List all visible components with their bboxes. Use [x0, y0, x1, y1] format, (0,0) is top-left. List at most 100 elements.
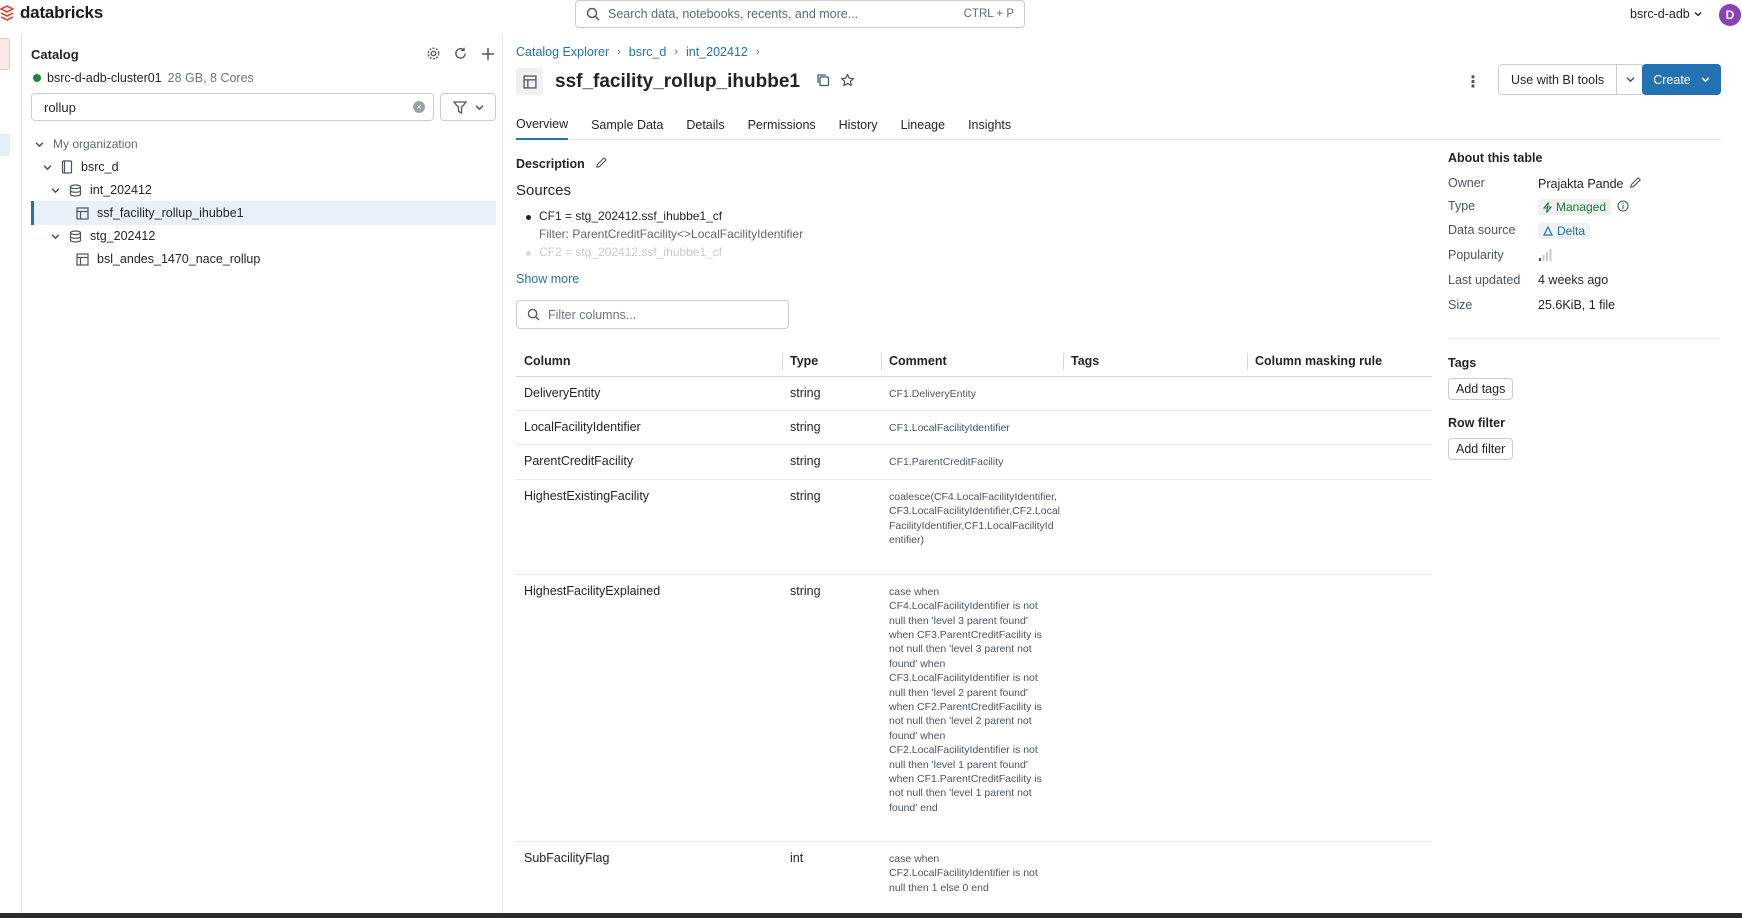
header-tags[interactable]: Tags — [1063, 347, 1247, 377]
header-comment[interactable]: Comment — [881, 347, 1063, 377]
catalog-filter-field[interactable]: × — [31, 93, 434, 121]
tab-details[interactable]: Details — [686, 110, 724, 140]
column-tags[interactable] — [1063, 841, 1247, 904]
chevron-down-icon[interactable] — [49, 232, 61, 241]
add-tags-button[interactable]: Add tags — [1448, 378, 1514, 400]
chevron-down-icon[interactable] — [33, 140, 45, 149]
column-comment[interactable]: case when CF2.LocalFacilityIdentifier is… — [881, 841, 1063, 904]
scrollbar-thumb[interactable] — [1735, 40, 1741, 900]
last-updated-row: Last updated 4 weeks ago — [1448, 273, 1608, 287]
add-icon[interactable] — [479, 45, 496, 62]
table-row[interactable]: ParentCreditFacility string CF1.ParentCr… — [516, 444, 1432, 480]
gear-icon[interactable] — [425, 45, 442, 62]
description-label: Description — [516, 157, 585, 171]
column-comment[interactable]: CF1.DeliveryEntity — [881, 376, 1063, 411]
tab-sample-data[interactable]: Sample Data — [591, 110, 663, 140]
tree-schema-int[interactable]: int_202412 — [49, 178, 152, 202]
tree-schema-stg[interactable]: stg_202412 — [49, 224, 155, 248]
column-masking[interactable] — [1247, 574, 1432, 842]
workspace-switcher[interactable]: bsrc-d-adb — [1630, 7, 1702, 21]
vertical-scrollbar[interactable] — [1735, 40, 1742, 900]
use-with-bi-tools-button[interactable]: Use with BI tools — [1498, 64, 1645, 95]
column-tags[interactable] — [1063, 444, 1247, 480]
brand-name: databricks — [20, 3, 104, 22]
catalog-icon — [61, 160, 73, 174]
table-row[interactable]: LocalFacilityIdentifier string CF1.Local… — [516, 410, 1432, 446]
tree-table-bsl[interactable]: bsl_andes_1470_nace_rollup — [76, 247, 260, 271]
column-tags[interactable] — [1063, 479, 1247, 575]
breadcrumb-catalog[interactable]: bsrc_d — [629, 45, 667, 59]
column-type: string — [782, 479, 881, 575]
column-comment[interactable]: CF1.ParentCreditFacility — [881, 444, 1063, 480]
info-icon[interactable] — [1617, 199, 1629, 215]
chevron-down-icon[interactable] — [41, 163, 53, 172]
title-actions — [816, 73, 855, 91]
column-comment[interactable]: coalesce(CF4.LocalFacilityIdentifier, CF… — [881, 479, 1063, 575]
bi-tools-label[interactable]: Use with BI tools — [1499, 65, 1618, 94]
row-filter-heading: Row filter — [1448, 416, 1505, 430]
tab-lineage[interactable]: Lineage — [901, 110, 946, 140]
pencil-icon[interactable] — [595, 156, 608, 172]
catalog-filter-input[interactable] — [44, 99, 413, 115]
user-avatar[interactable]: D — [1719, 4, 1741, 26]
more-options-icon[interactable]: ⋮ — [1463, 72, 1483, 92]
chevron-down-icon — [475, 104, 483, 110]
popularity-bars-icon — [1538, 248, 1552, 262]
column-masking[interactable] — [1247, 410, 1432, 446]
add-filter-button[interactable]: Add filter — [1448, 438, 1514, 460]
column-masking[interactable] — [1247, 479, 1432, 575]
column-comment[interactable]: CF1.LocalFacilityIdentifier — [881, 410, 1063, 446]
column-comment[interactable]: case when CF4.LocalFacilityIdentifier is… — [881, 574, 1063, 842]
column-name: HighestFacilityExplained — [516, 574, 782, 842]
last-updated-value: 4 weeks ago — [1538, 273, 1609, 287]
nav-rail-item[interactable] — [0, 38, 10, 70]
refresh-icon[interactable] — [452, 45, 469, 62]
chevron-down-icon[interactable] — [49, 186, 61, 195]
sources-heading: Sources — [516, 182, 572, 199]
tab-overview[interactable]: Overview — [516, 110, 569, 140]
nav-rail-item-active[interactable] — [0, 134, 10, 156]
column-masking[interactable] — [1247, 444, 1432, 480]
tab-history[interactable]: History — [839, 110, 878, 140]
source-item-faded: CF2 = stg_202412.ssf_ihubbe1_cf — [525, 245, 803, 259]
left-nav-rail — [0, 34, 22, 913]
breadcrumb-catalog-explorer[interactable]: Catalog Explorer — [516, 45, 609, 59]
title-row: ssf_facility_rollup_ihubbe1 — [516, 68, 855, 95]
header-column[interactable]: Column — [516, 347, 782, 377]
star-icon[interactable] — [840, 73, 855, 91]
tree-catalog-bsrc-d[interactable]: bsrc_d — [41, 155, 119, 179]
column-masking[interactable] — [1247, 376, 1432, 411]
page-title: ssf_facility_rollup_ihubbe1 — [555, 70, 800, 92]
show-more-link[interactable]: Show more — [516, 272, 579, 286]
tree-org[interactable]: My organization — [33, 132, 138, 156]
pencil-icon[interactable] — [1629, 176, 1642, 192]
filter-type-button[interactable] — [440, 93, 496, 121]
header-masking-rule[interactable]: Column masking rule — [1247, 347, 1432, 377]
column-tags[interactable] — [1063, 574, 1247, 842]
table-row[interactable]: HighestFacilityExplained string case whe… — [516, 574, 1432, 842]
chevron-down-icon[interactable] — [1617, 65, 1643, 94]
source-item: CF1 = stg_202412.ssf_ihubbe1_cf — [525, 209, 803, 223]
tab-insights[interactable]: Insights — [968, 110, 1011, 140]
table-row[interactable]: DeliveryEntity string CF1.DeliveryEntity — [516, 376, 1432, 411]
breadcrumb-schema[interactable]: int_202412 — [686, 45, 748, 59]
databricks-logo[interactable]: databricks — [0, 3, 103, 23]
cluster-selector[interactable]: bsrc-d-adb-cluster01 28 GB, 8 Cores — [33, 71, 254, 85]
column-masking[interactable] — [1247, 841, 1432, 904]
clear-icon[interactable]: × — [413, 101, 425, 113]
tree-table-selected[interactable]: ssf_facility_rollup_ihubbe1 — [31, 201, 496, 225]
last-updated-label: Last updated — [1448, 273, 1521, 287]
popularity-label: Popularity — [1448, 248, 1504, 262]
tree-table2-label: bsl_andes_1470_nace_rollup — [97, 252, 261, 266]
column-tags[interactable] — [1063, 376, 1247, 411]
copy-icon[interactable] — [816, 73, 830, 90]
create-button[interactable]: Create — [1642, 64, 1721, 95]
global-search[interactable]: Search data, notebooks, recents, and mor… — [575, 0, 1025, 28]
tab-permissions[interactable]: Permissions — [748, 110, 816, 140]
table-row[interactable]: HighestExistingFacility string coalesce(… — [516, 479, 1432, 575]
filter-columns-field[interactable]: Filter columns... — [516, 300, 789, 329]
table-row[interactable]: SubFacilityFlag int case when CF2.LocalF… — [516, 841, 1432, 904]
column-tags[interactable] — [1063, 410, 1247, 446]
header-type[interactable]: Type — [782, 347, 881, 377]
breadcrumb: Catalog Explorer › bsrc_d › int_202412 › — [516, 45, 760, 59]
